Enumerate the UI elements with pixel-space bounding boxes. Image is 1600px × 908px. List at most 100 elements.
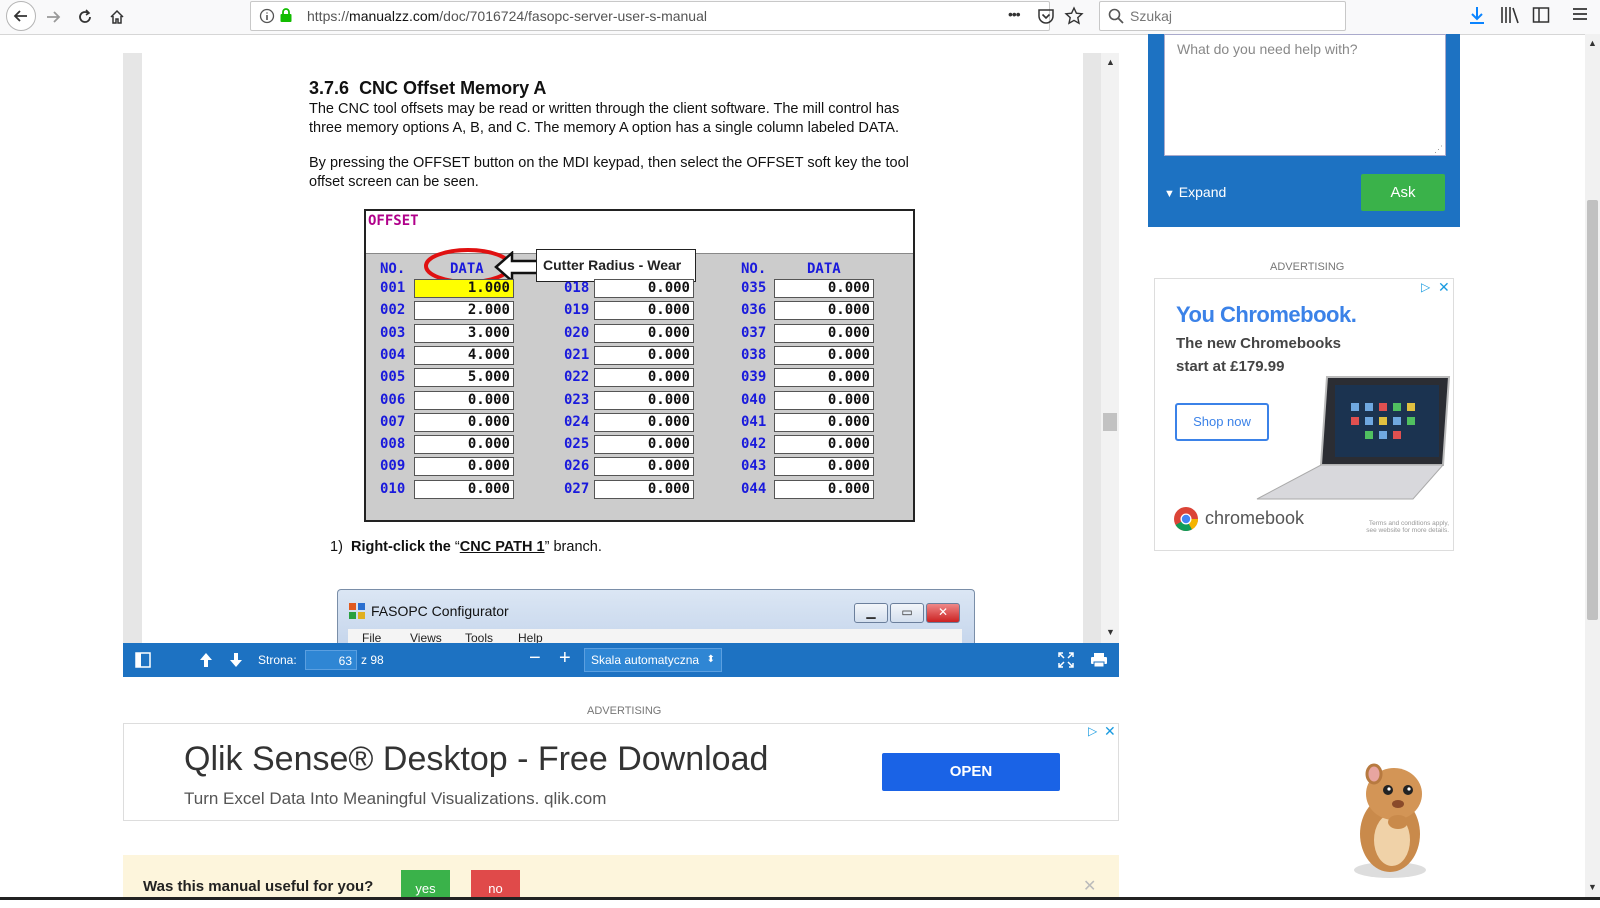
offset-data-cell: 0.000 (414, 390, 514, 410)
help-textarea[interactable]: What do you need help with? ⋰ (1164, 34, 1446, 156)
feedback-close-icon[interactable]: ✕ (1083, 876, 1096, 896)
url-text: https://manualzz.com/doc/7016724/fasopc-… (307, 8, 707, 24)
prev-page-icon[interactable] (198, 652, 214, 668)
fullscreen-icon[interactable] (1058, 652, 1074, 668)
page-actions-menu[interactable]: ••• (1008, 6, 1021, 22)
paragraph-1: The CNC tool offsets may be read or writ… (309, 101, 900, 136)
select-arrows-icon: ⬍ (706, 654, 715, 665)
adchoices-icon[interactable]: ▷ (1421, 280, 1430, 294)
toggle-sidebar-icon[interactable] (135, 652, 151, 668)
reload-button[interactable] (72, 4, 98, 30)
offset-no-cell: 002 (380, 302, 406, 319)
arrow-right-icon (47, 11, 61, 23)
offset-data-cell: 0.000 (774, 390, 874, 410)
offset-no-cell: 043 (741, 458, 767, 475)
ask-button[interactable]: Ask (1361, 174, 1445, 211)
sidebar-icon[interactable] (1532, 6, 1550, 24)
page-scrollbar[interactable]: ▲ ▼ (1585, 34, 1600, 900)
pdf-scroll-thumb[interactable] (1103, 413, 1117, 431)
offset-data-cell: 0.000 (414, 457, 514, 477)
pocket-icon[interactable] (1037, 7, 1055, 25)
info-icon[interactable] (259, 8, 275, 24)
expand-button[interactable]: ▼ Expand (1164, 184, 1226, 200)
bottom-ad[interactable]: ▷ ✕ Qlik Sense® Desktop - Free Download … (123, 723, 1119, 821)
offset-data-cell: 1.000 (414, 279, 514, 298)
page-number-input[interactable]: 63 (305, 650, 357, 670)
hamburger-menu-icon[interactable] (1572, 6, 1588, 22)
bottom-ad-subline: Turn Excel Data Into Meaningful Visualiz… (184, 789, 607, 808)
offset-screen-figure: OFFSET NO. DATA NO. DATA Cutter Radius -… (364, 209, 915, 522)
offset-no-cell: 037 (741, 324, 767, 341)
lock-icon[interactable] (279, 7, 293, 23)
offset-no-cell: 036 (741, 302, 767, 319)
offset-no-cell: 001 (380, 280, 406, 296)
side-ad[interactable]: ▷ ✕ You Chromebook. The new Chromebooks … (1154, 278, 1454, 551)
back-button[interactable] (6, 1, 36, 31)
home-icon (110, 9, 124, 24)
feedback-yes-button[interactable]: yes (401, 870, 450, 900)
ad-close-icon[interactable]: ✕ (1438, 279, 1450, 296)
configurator-window: FASOPC Configurator ▁ ▭ ✕ File Views Too… (337, 589, 975, 644)
search-bar[interactable]: Szukaj (1099, 1, 1346, 31)
configurator-title: FASOPC Configurator (371, 603, 509, 619)
cnc-path-link: CNC PATH 1 (459, 539, 545, 555)
offset-data-cell: 0.000 (594, 479, 694, 499)
zoom-select[interactable]: Skala automatyczna ⬍ (584, 648, 722, 672)
double-chevron-down-icon: ▼ (1164, 188, 1175, 200)
next-page-icon[interactable] (228, 652, 244, 668)
bookmark-star-icon[interactable] (1064, 6, 1084, 26)
offset-no-cell: 005 (380, 369, 406, 386)
zoom-in-button[interactable]: + (559, 647, 571, 670)
offset-no-cell: 009 (380, 458, 406, 475)
scroll-down-arrow[interactable]: ▼ (1588, 882, 1597, 892)
col-data-header-3: DATA (807, 261, 841, 277)
resize-handle-icon[interactable]: ⋰ (1434, 144, 1443, 155)
page-total: z 98 (361, 653, 384, 667)
offset-no-cell: 020 (564, 324, 590, 341)
feedback-no-button[interactable]: no (471, 870, 520, 900)
offset-no-cell: 003 (380, 324, 406, 341)
pdf-scrollbar[interactable]: ▲ ▼ (1101, 53, 1119, 643)
offset-no-cell: 022 (564, 369, 590, 386)
print-icon[interactable] (1090, 652, 1108, 668)
feedback-question: Was this manual useful for you? (143, 878, 374, 895)
scroll-down-arrow[interactable]: ▼ (1106, 627, 1115, 637)
page-label: Strona: (258, 653, 297, 667)
pdf-toolbar: Strona: 63 z 98 − + Skala automatyczna ⬍ (123, 643, 1119, 677)
offset-data-cell: 0.000 (774, 412, 874, 432)
browser-toolbar: https://manualzz.com/doc/7016724/fasopc-… (0, 0, 1600, 35)
url-bar[interactable]: https://manualzz.com/doc/7016724/fasopc-… (250, 1, 1084, 31)
adchoices-icon[interactable]: ▷ (1088, 724, 1097, 738)
offset-data-cell: 0.000 (594, 323, 694, 343)
help-placeholder: What do you need help with? (1177, 41, 1358, 57)
ad-subline-1: The new Chromebooks (1176, 335, 1342, 352)
offset-no-cell: 038 (741, 346, 767, 363)
search-placeholder: Szukaj (1130, 8, 1173, 24)
home-button[interactable] (104, 4, 130, 30)
ad-terms: Terms and conditions apply, see website f… (1366, 520, 1449, 534)
offset-no-cell: 021 (564, 346, 590, 363)
offset-no-cell: 010 (380, 480, 406, 497)
offset-no-cell: 025 (564, 436, 590, 453)
open-button[interactable]: OPEN (882, 753, 1060, 791)
offset-no-cell: 006 (380, 391, 406, 408)
ad-headline: You Chromebook. (1176, 302, 1357, 327)
offset-data-cell: 0.000 (594, 457, 694, 477)
col-no-header-3: NO. (741, 261, 767, 277)
reload-icon (79, 9, 91, 23)
ad-close-icon[interactable]: ✕ (1104, 723, 1116, 740)
offset-no-cell: 007 (380, 413, 406, 430)
app-icon (349, 603, 365, 619)
zoom-out-button[interactable]: − (529, 647, 541, 670)
minimize-button: ▁ (854, 603, 888, 623)
scroll-up-arrow[interactable]: ▲ (1106, 57, 1115, 67)
forward-button[interactable] (40, 4, 66, 30)
zoom-value: Skala automatyczna (591, 653, 700, 667)
download-icon[interactable] (1468, 5, 1486, 25)
close-window-button: ✕ (926, 603, 960, 623)
library-icon[interactable] (1500, 6, 1520, 24)
scroll-up-arrow[interactable]: ▲ (1588, 38, 1597, 48)
page-scroll-thumb[interactable] (1587, 200, 1598, 620)
offset-no-cell: 039 (741, 369, 767, 386)
ad-subline-2: start at £179.99 (1176, 358, 1285, 375)
